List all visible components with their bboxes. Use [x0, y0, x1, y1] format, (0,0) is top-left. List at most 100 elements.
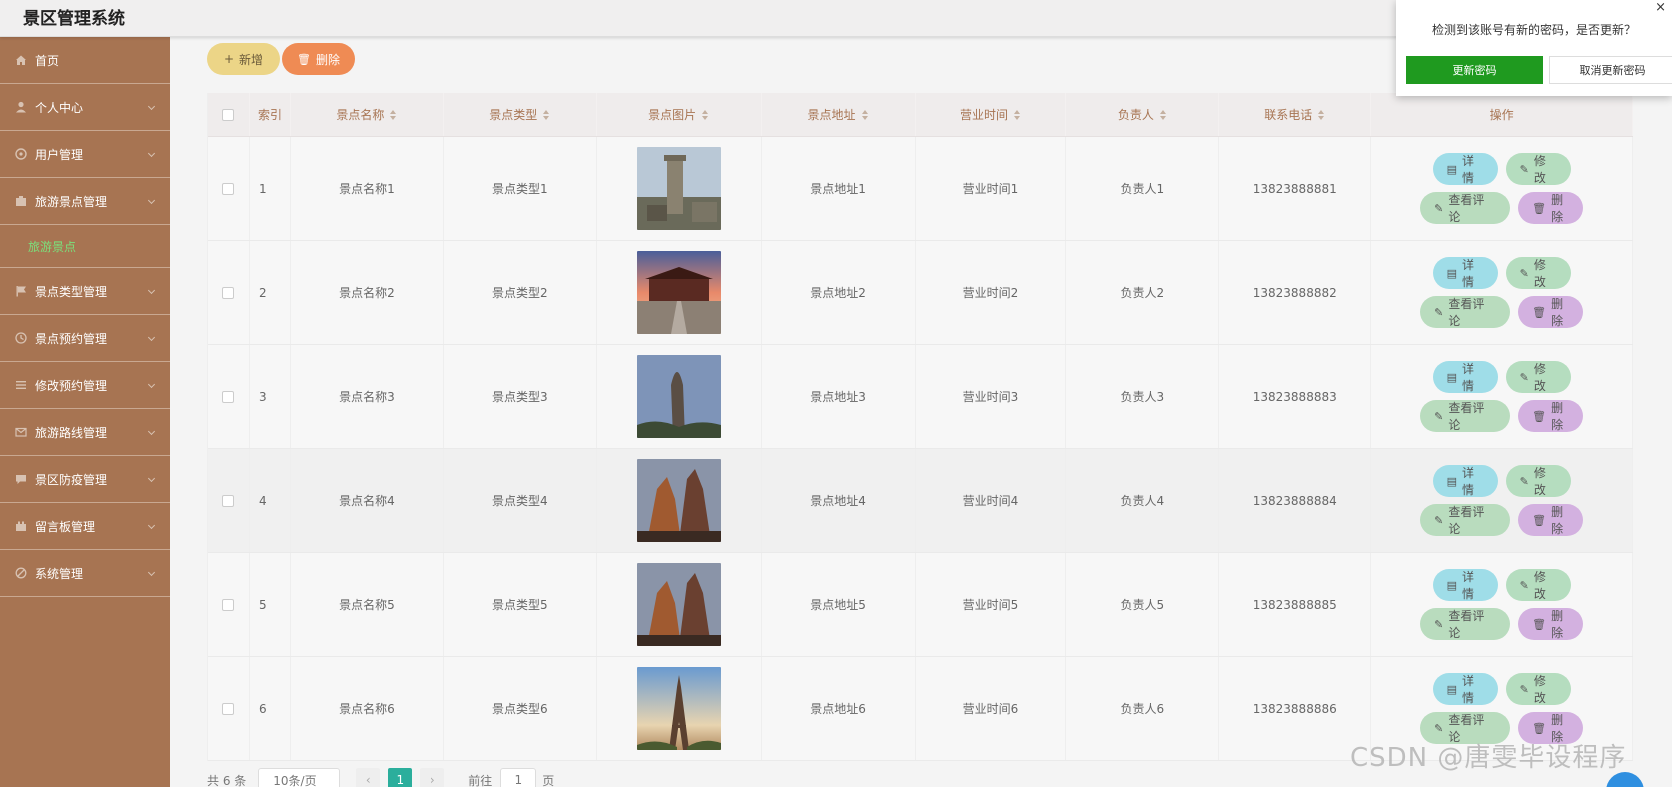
view-reviews-button[interactable]: ✎ 查看评论	[1420, 192, 1511, 224]
header-name[interactable]: 景点名称	[291, 93, 444, 136]
delete-button[interactable]: 🗑 删除	[1518, 504, 1584, 536]
sidebar: 首页 个人中心 用户管理 旅游景点管理 旅游景点 景点类型管理 景点预约管理 修…	[0, 37, 170, 787]
scenic-thumbnail[interactable]	[636, 563, 721, 646]
row-checkbox[interactable]	[222, 702, 235, 715]
sidebar-item-label: 系统管理	[35, 566, 84, 581]
cell-manager: 负责人1	[1066, 137, 1220, 240]
update-password-button[interactable]: 更新密码	[1406, 56, 1543, 84]
edit-button[interactable]: ✎ 修改	[1505, 569, 1571, 601]
scenic-thumbnail[interactable]	[636, 251, 721, 334]
next-page-button[interactable]: ›	[420, 768, 445, 787]
cell-address: 景点地址6	[762, 657, 916, 760]
scenic-thumbnail[interactable]	[636, 667, 721, 750]
table-row: 2 景点名称2 景点类型2 景点地址2 营业时间2 负责人2 138238888…	[208, 241, 1633, 345]
sidebar-item-label: 景点类型管理	[35, 284, 108, 299]
cell-index: 4	[250, 449, 291, 552]
sidebar-item-spot-types[interactable]: 景点类型管理	[0, 268, 170, 315]
pencil-icon: ✎	[1434, 721, 1444, 735]
edit-button[interactable]: ✎ 修改	[1505, 361, 1571, 393]
sidebar-item-profile[interactable]: 个人中心	[0, 84, 170, 131]
cell-index: 3	[250, 345, 291, 448]
pencil-icon: ✎	[1519, 266, 1529, 280]
delete-button[interactable]: 🗑 删除	[1518, 400, 1584, 432]
delete-button[interactable]: 🗑 删除	[1518, 608, 1584, 640]
scenic-thumbnail[interactable]	[636, 355, 721, 438]
header-hours[interactable]: 营业时间	[916, 93, 1067, 136]
delete-button[interactable]: 🗑 删除	[1518, 192, 1584, 224]
edit-button[interactable]: ✎ 修改	[1505, 153, 1571, 185]
page-number-current[interactable]: 1	[388, 768, 413, 787]
sidebar-subitem-scenic-spots[interactable]: 旅游景点	[0, 225, 170, 268]
delete-button[interactable]: 🗑 删除	[1518, 296, 1584, 328]
sidebar-item-routes[interactable]: 旅游路线管理	[0, 409, 170, 456]
sidebar-item-users[interactable]: 用户管理	[0, 131, 170, 178]
sort-icon[interactable]	[390, 109, 397, 120]
cell-hours: 营业时间5	[916, 553, 1067, 656]
row-checkbox[interactable]	[222, 286, 235, 299]
edit-button[interactable]: ✎ 修改	[1505, 257, 1571, 289]
sidebar-item-scenic[interactable]: 旅游景点管理	[0, 178, 170, 225]
view-reviews-button[interactable]: ✎ 查看评论	[1420, 400, 1511, 432]
sort-icon[interactable]	[861, 109, 869, 120]
detail-button[interactable]: ▤ 详情	[1432, 257, 1498, 289]
header-image[interactable]: 景点图片	[597, 93, 762, 136]
sidebar-item-guestbook[interactable]: 留言板管理	[0, 503, 170, 550]
detail-button[interactable]: ▤ 详情	[1432, 465, 1498, 497]
mail-icon	[14, 425, 28, 439]
detail-button[interactable]: ▤ 详情	[1432, 361, 1498, 393]
sidebar-item-system[interactable]: 系统管理	[0, 550, 170, 597]
scenic-icon	[14, 194, 28, 208]
user-icon	[14, 100, 28, 114]
view-reviews-button[interactable]: ✎ 查看评论	[1420, 608, 1511, 640]
view-reviews-button[interactable]: ✎ 查看评论	[1420, 296, 1511, 328]
edit-button[interactable]: ✎ 修改	[1505, 465, 1571, 497]
header-manager[interactable]: 负责人	[1066, 93, 1220, 136]
close-icon[interactable]: ×	[1655, 0, 1666, 15]
select-all-checkbox[interactable]	[222, 108, 235, 121]
cell-index: 1	[250, 137, 291, 240]
scenic-thumbnail[interactable]	[636, 459, 721, 542]
sidebar-item-epidemic[interactable]: 景区防疫管理	[0, 456, 170, 503]
add-button[interactable]: + 新增	[207, 43, 280, 75]
sidebar-item-label: 景点预约管理	[35, 331, 108, 346]
sort-icon[interactable]	[702, 109, 709, 120]
cancel-update-button[interactable]: 取消更新密码	[1549, 56, 1672, 84]
clock-icon	[14, 331, 28, 345]
row-checkbox[interactable]	[222, 182, 235, 195]
batch-delete-button[interactable]: 🗑 删除	[282, 43, 355, 75]
cell-index: 5	[250, 553, 291, 656]
row-checkbox[interactable]	[222, 390, 235, 403]
sort-icon[interactable]	[1159, 109, 1167, 120]
scenic-thumbnail[interactable]	[636, 147, 721, 230]
header-actions: 操作	[1371, 93, 1633, 136]
sidebar-item-modify-booking[interactable]: 修改预约管理	[0, 362, 170, 409]
sidebar-item-home[interactable]: 首页	[0, 37, 170, 84]
header-phone[interactable]: 联系电话	[1219, 93, 1372, 136]
sort-icon[interactable]	[1013, 109, 1021, 120]
row-checkbox[interactable]	[222, 598, 235, 611]
sort-icon[interactable]	[543, 109, 550, 120]
detail-button[interactable]: ▤ 详情	[1432, 153, 1498, 185]
header-select-all[interactable]	[208, 93, 250, 136]
header-address[interactable]: 景点地址	[762, 93, 916, 136]
page-jump-input[interactable]: 1	[500, 768, 537, 787]
prev-page-button[interactable]: ‹	[356, 768, 381, 787]
detail-button[interactable]: ▤ 详情	[1432, 569, 1498, 601]
chevron-down-icon	[147, 521, 156, 530]
pencil-icon: ✎	[1519, 578, 1529, 592]
table-row: 3 景点名称3 景点类型3 景点地址3 营业时间3 负责人3 138238888…	[208, 345, 1633, 449]
users-icon	[14, 147, 28, 161]
cell-hours: 营业时间1	[916, 137, 1067, 240]
page-size-select[interactable]: 10条/页	[258, 768, 341, 787]
row-checkbox[interactable]	[222, 494, 235, 507]
sort-icon[interactable]	[1318, 109, 1325, 120]
pager-page-unit: 页	[542, 773, 555, 787]
edit-button[interactable]: ✎ 修改	[1505, 673, 1571, 705]
header-type[interactable]: 景点类型	[444, 93, 597, 136]
cell-phone: 13823888883	[1219, 345, 1372, 448]
view-reviews-button[interactable]: ✎ 查看评论	[1420, 504, 1511, 536]
sidebar-item-booking[interactable]: 景点预约管理	[0, 315, 170, 362]
sidebar-item-label: 修改预约管理	[35, 378, 108, 393]
detail-button[interactable]: ▤ 详情	[1432, 673, 1498, 705]
cell-name: 景点名称6	[291, 657, 444, 760]
